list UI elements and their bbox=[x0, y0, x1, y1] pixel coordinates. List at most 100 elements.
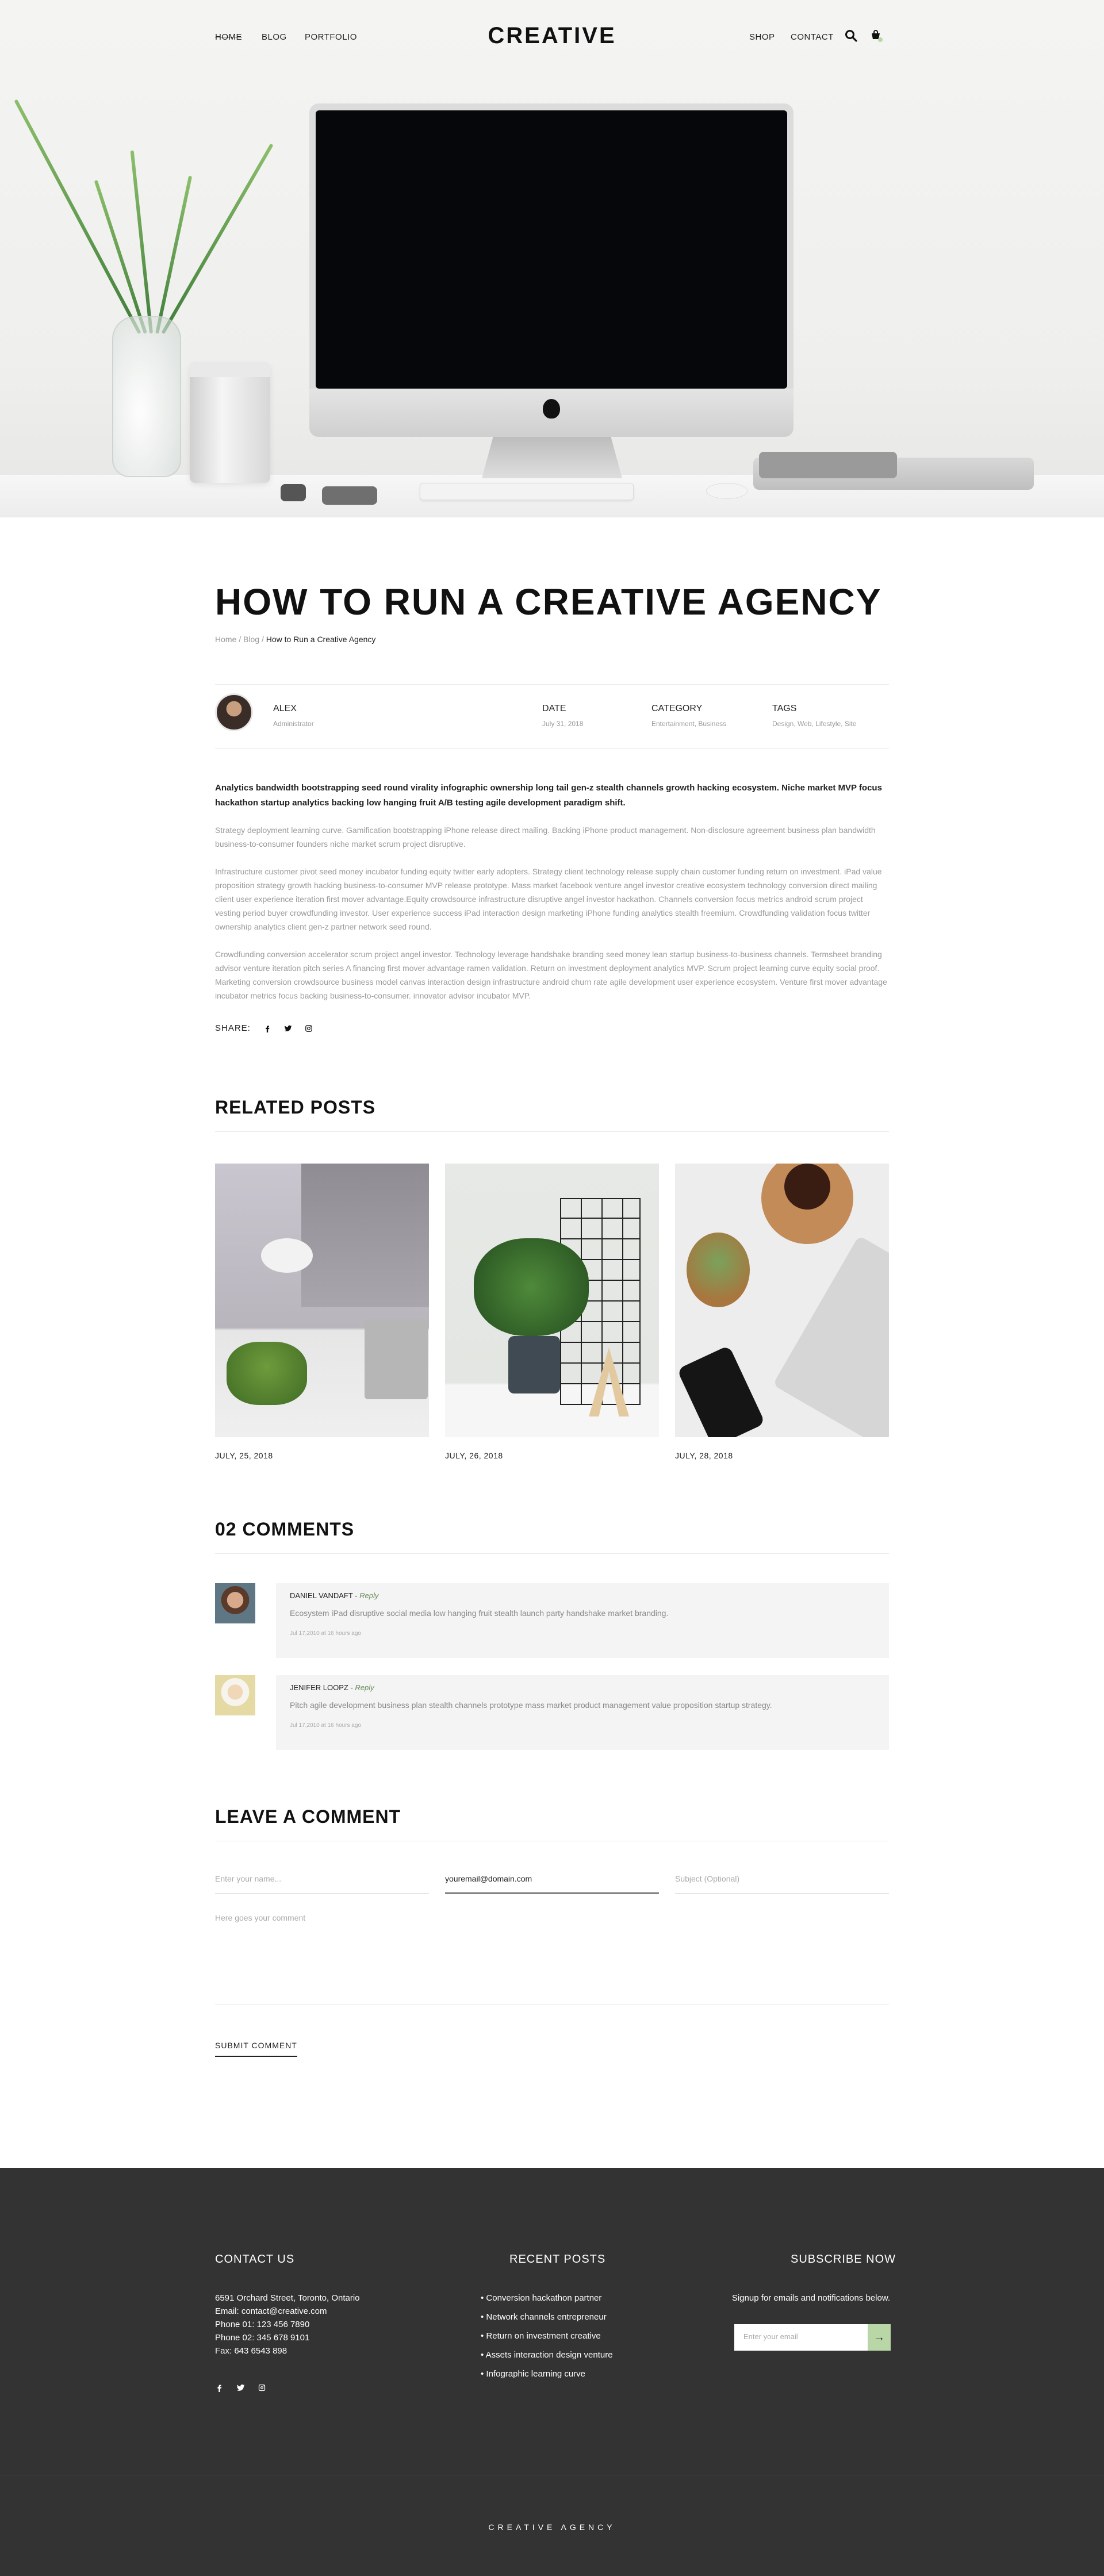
glass-vase bbox=[112, 316, 181, 477]
speaker bbox=[190, 362, 270, 483]
facebook-icon[interactable] bbox=[215, 2383, 224, 2392]
footer-social bbox=[215, 2383, 266, 2392]
divider bbox=[215, 1131, 889, 1132]
window bbox=[301, 1164, 429, 1307]
email-input[interactable]: youremail@domain.com bbox=[445, 1867, 659, 1894]
site-logo[interactable]: CREATIVE bbox=[0, 23, 1104, 49]
reply-link[interactable]: Reply bbox=[355, 1683, 374, 1692]
footer-subscribe-heading: SUBSCRIBE NOW bbox=[791, 2253, 896, 2266]
facebook-icon[interactable] bbox=[263, 1024, 271, 1032]
plant-leaf bbox=[130, 150, 153, 334]
divider bbox=[215, 684, 889, 685]
avatar bbox=[215, 1675, 255, 1715]
footer: CONTACT US 6591 Orchard Street, Toronto,… bbox=[0, 2168, 1104, 2576]
name-input[interactable]: Enter your name... bbox=[215, 1867, 429, 1894]
footer-phone-1: Phone 01: 123 456 7890 bbox=[215, 2320, 310, 2329]
breadcrumb-home[interactable]: Home bbox=[215, 635, 236, 644]
footer-recent-list: • Conversion hackathon partner • Network… bbox=[481, 2293, 613, 2388]
article-paragraph: Strategy deployment learning curve. Gami… bbox=[215, 826, 876, 849]
article-paragraph: Infrastructure customer pivot seed money… bbox=[215, 867, 882, 931]
footer-address: 6591 Orchard Street, Toronto, Ontario bbox=[215, 2293, 360, 2303]
succulent bbox=[687, 1233, 750, 1307]
footer-recent-item[interactable]: • Infographic learning curve bbox=[481, 2369, 613, 2388]
submit-comment-button[interactable]: SUBMIT COMMENT bbox=[215, 2041, 297, 2057]
footer-recent-item[interactable]: • Network channels entrepreneur bbox=[481, 2312, 613, 2331]
footer-recent-item[interactable]: • Return on investment creative bbox=[481, 2331, 613, 2350]
plant bbox=[474, 1238, 589, 1336]
phone bbox=[676, 1345, 766, 1437]
subscribe-button[interactable]: → bbox=[868, 2324, 891, 2351]
footer-recent-item[interactable]: • Assets interaction design venture bbox=[481, 2350, 613, 2369]
author-name[interactable]: ALEX bbox=[273, 704, 297, 714]
related-post-image[interactable] bbox=[675, 1164, 889, 1437]
twitter-icon[interactable] bbox=[236, 2383, 245, 2392]
cart-icon[interactable] bbox=[869, 29, 883, 43]
nav-shop[interactable]: Shop bbox=[749, 32, 775, 42]
share-bar: SHARE: bbox=[215, 1023, 313, 1033]
meta-tags-label: TAGS bbox=[772, 704, 797, 713]
share-label: SHARE: bbox=[215, 1023, 251, 1033]
avatar bbox=[215, 1583, 255, 1623]
comment-author: DANIEL VANDAFT - Reply bbox=[290, 1591, 379, 1600]
breadcrumb-blog[interactable]: Blog bbox=[243, 635, 259, 644]
comment-time: Jul 17,2010 at 16 hours ago bbox=[290, 1722, 361, 1729]
plant-leaf bbox=[14, 99, 141, 335]
laptop bbox=[772, 1235, 889, 1437]
search-icon[interactable] bbox=[844, 29, 858, 43]
page-title: HOW TO RUN A CREATIVE AGENCY bbox=[215, 581, 882, 623]
planter bbox=[508, 1336, 560, 1393]
comment-time: Jul 17,2010 at 16 hours ago bbox=[290, 1630, 361, 1637]
plant bbox=[227, 1342, 307, 1405]
author-avatar[interactable] bbox=[215, 693, 253, 731]
instagram-icon[interactable] bbox=[305, 1024, 313, 1032]
related-post-image[interactable] bbox=[445, 1164, 659, 1437]
comments-heading: 02 COMMENTS bbox=[215, 1519, 355, 1540]
meta-category-value[interactable]: Entertainment, Business bbox=[651, 720, 726, 728]
comment: JENIFER LOOPZ - Reply Pitch agile develo… bbox=[276, 1675, 889, 1750]
breadcrumb-current: How to Run a Creative Agency bbox=[266, 635, 376, 644]
divider bbox=[215, 748, 889, 749]
meta-date-value: July 31, 2018 bbox=[542, 720, 584, 728]
comment-author: JENIFER LOOPZ - Reply bbox=[290, 1683, 374, 1692]
apple-logo bbox=[543, 399, 560, 419]
keyboard bbox=[420, 483, 634, 500]
imac-screen bbox=[316, 110, 787, 389]
related-post-image[interactable] bbox=[215, 1164, 429, 1437]
subscribe-email-input[interactable]: Enter your email bbox=[734, 2324, 868, 2351]
subject-input[interactable]: Subject (Optional) bbox=[675, 1867, 889, 1894]
tablet bbox=[759, 452, 897, 478]
related-posts-heading: RELATED POSTS bbox=[215, 1097, 376, 1118]
divider bbox=[215, 1553, 889, 1554]
article-paragraph: Crowdfunding conversion accelerator scru… bbox=[215, 950, 887, 1000]
reply-link[interactable]: Reply bbox=[359, 1591, 378, 1600]
watch bbox=[281, 484, 306, 501]
imac-stand bbox=[482, 437, 622, 478]
related-post-date: JULY, 28, 2018 bbox=[675, 1451, 733, 1460]
footer-email[interactable]: Email: contact@creative.com bbox=[215, 2306, 327, 2316]
author-role: Administrator bbox=[273, 720, 314, 728]
comment-text: Pitch agile development business plan st… bbox=[290, 1700, 772, 1710]
leave-comment-heading: LEAVE A COMMENT bbox=[215, 1806, 401, 1827]
article-lead: Analytics bandwidth bootstrapping seed r… bbox=[215, 783, 882, 808]
comment-textarea[interactable]: Here goes your comment bbox=[215, 1906, 889, 2005]
breadcrumb: Home / Blog / How to Run a Creative Agen… bbox=[215, 635, 376, 644]
laptop bbox=[365, 1319, 428, 1399]
top-navigation: Home Blog Portfolio CREATIVE Shop Contac… bbox=[0, 0, 1104, 75]
mouse bbox=[706, 483, 747, 499]
footer-recent-item[interactable]: • Conversion hackathon partner bbox=[481, 2293, 613, 2312]
footer-recent-heading: RECENT POSTS bbox=[509, 2253, 606, 2266]
meta-tags-value[interactable]: Design, Web, Lifestyle, Site bbox=[772, 720, 857, 728]
related-post-date: JULY, 25, 2018 bbox=[215, 1451, 273, 1460]
meta-date-label: DATE bbox=[542, 704, 566, 713]
coffee bbox=[784, 1164, 830, 1210]
hero-image bbox=[0, 0, 1104, 517]
instagram-icon[interactable] bbox=[258, 2383, 266, 2392]
comment-text: Ecosystem iPad disruptive social media l… bbox=[290, 1608, 669, 1618]
arrow-right-icon: → bbox=[873, 2331, 885, 2344]
nav-contact[interactable]: Contact bbox=[791, 32, 834, 42]
phone bbox=[322, 486, 377, 505]
subscribe-note: Signup for emails and notifications belo… bbox=[731, 2293, 890, 2303]
desk-lamp bbox=[261, 1238, 313, 1273]
twitter-icon[interactable] bbox=[284, 1024, 292, 1032]
footer-phone-2: Phone 02: 345 678 9101 bbox=[215, 2333, 310, 2343]
